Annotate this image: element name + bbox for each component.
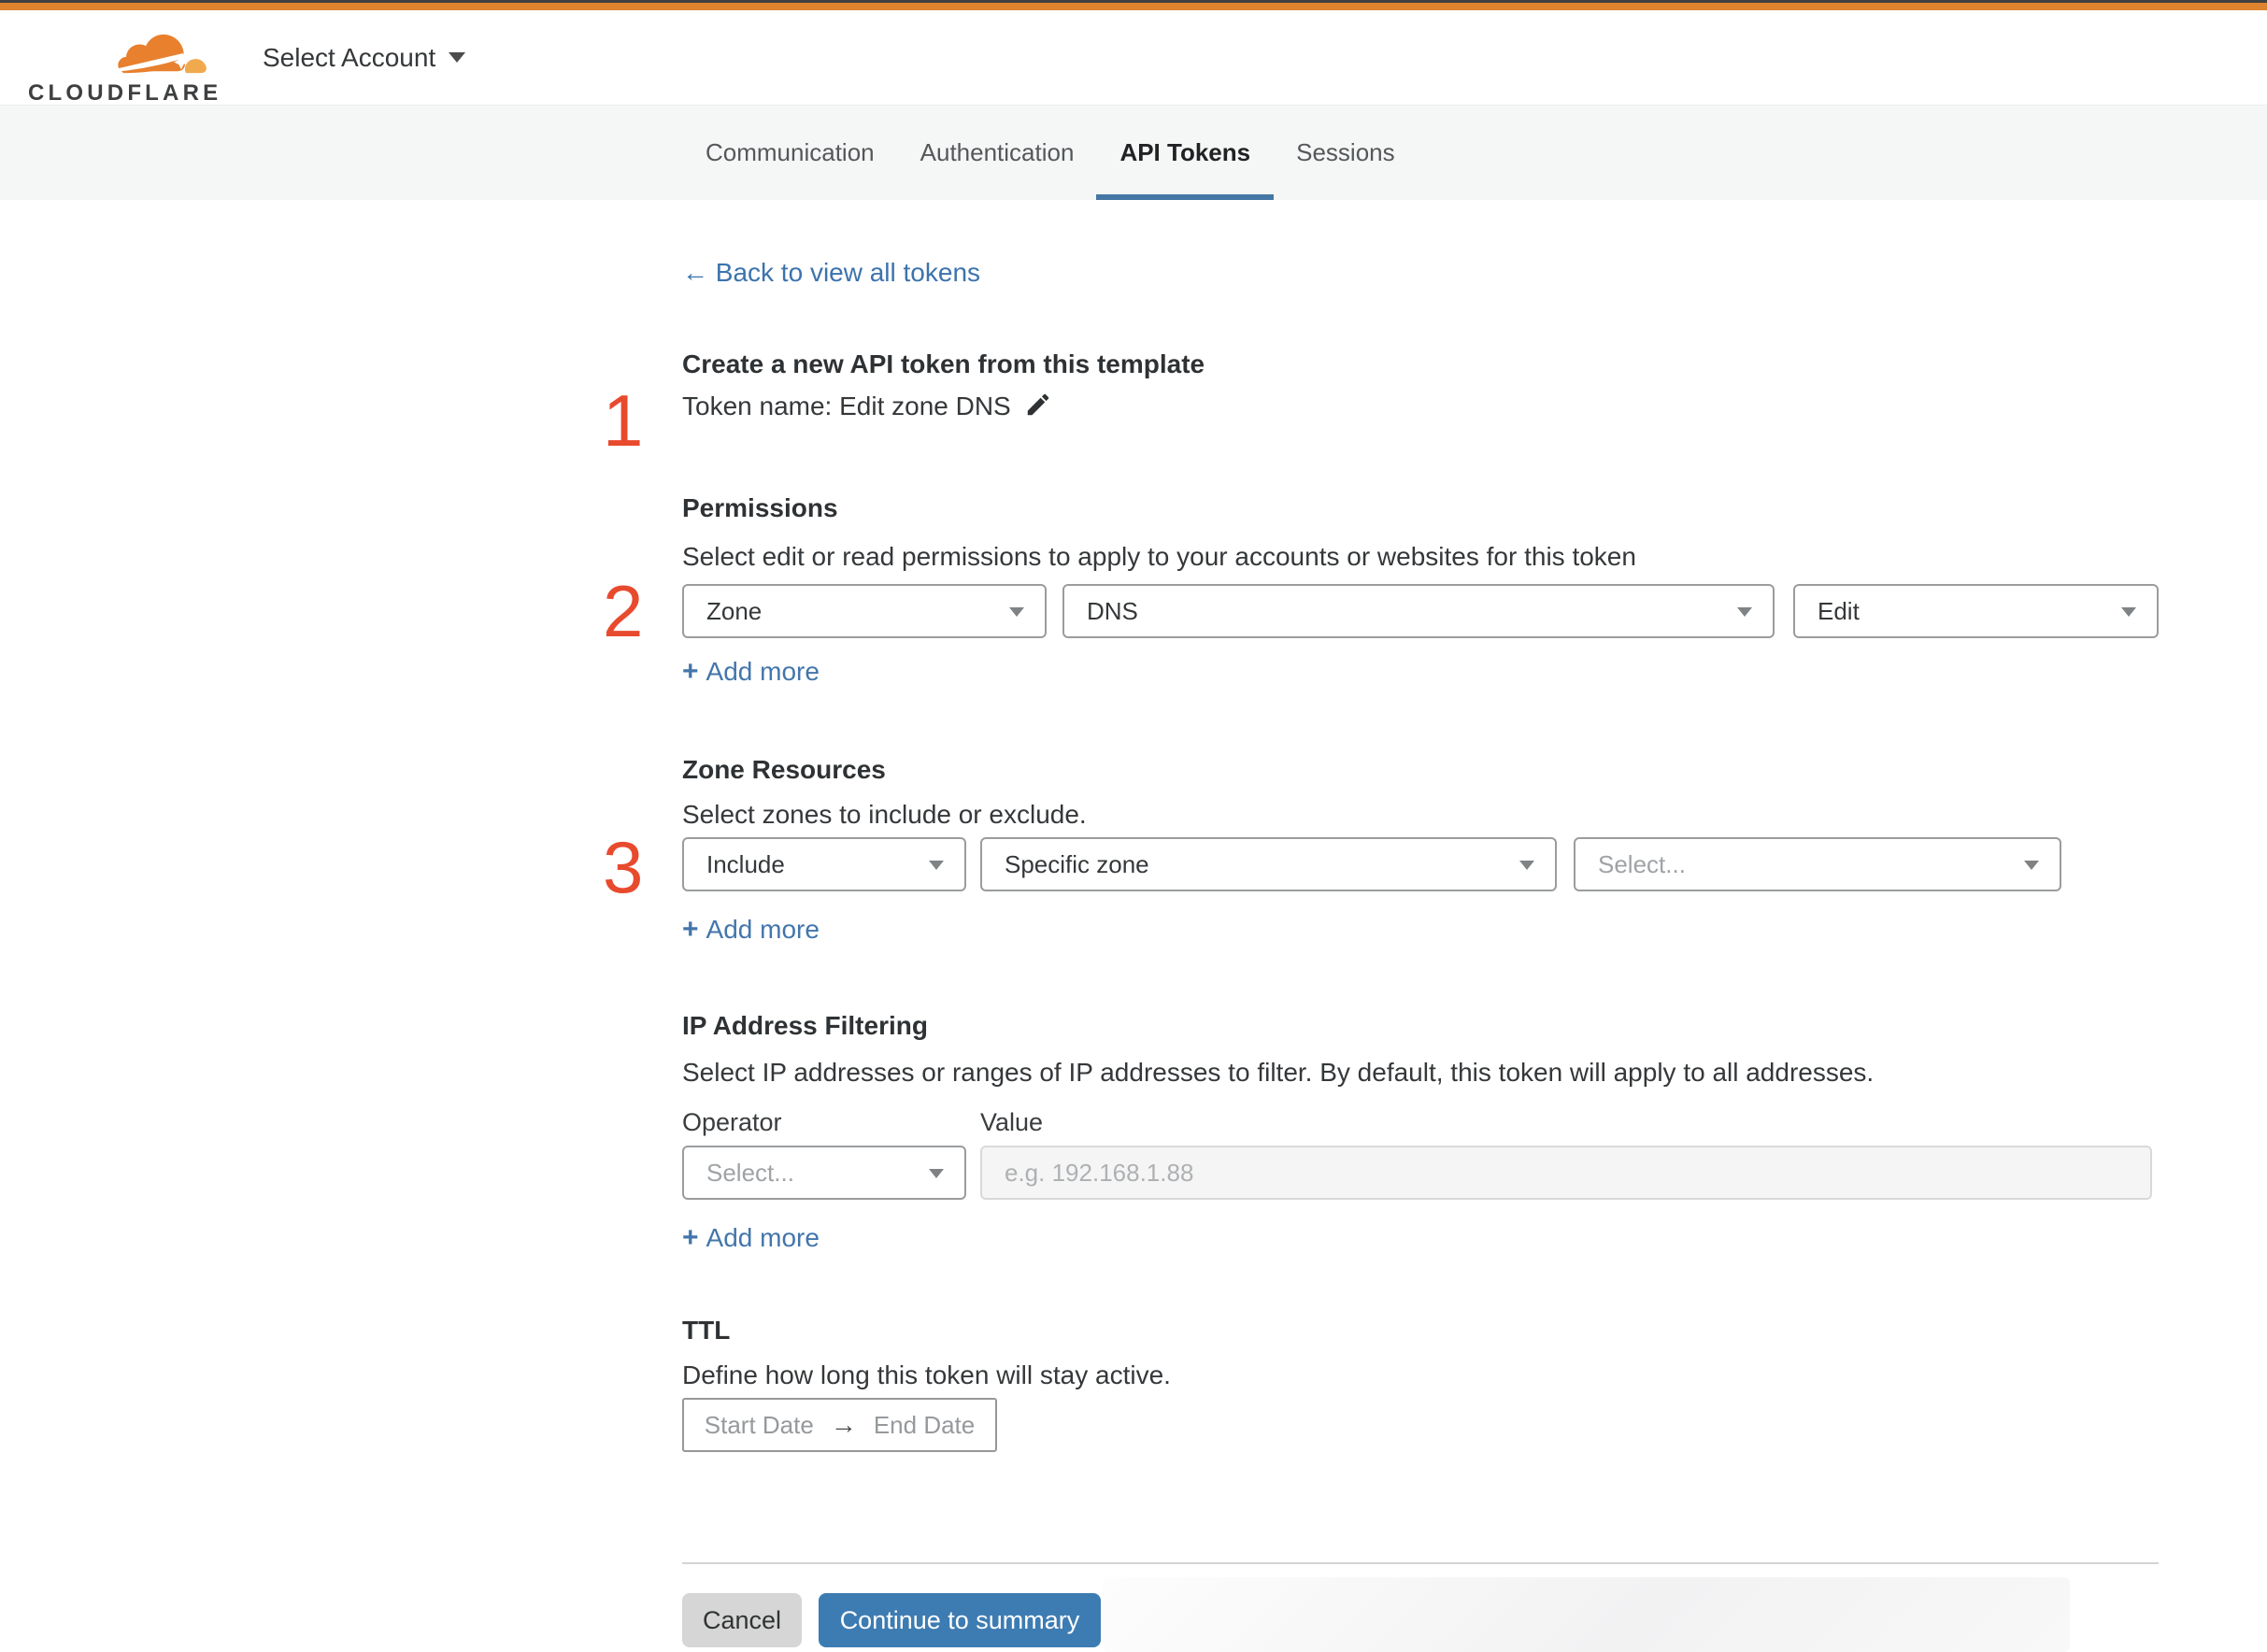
plus-icon: + — [682, 656, 699, 687]
zone-select-dropdown[interactable]: Select... — [1574, 837, 2061, 891]
ip-filtering-description: Select IP addresses or ranges of IP addr… — [682, 1058, 1875, 1087]
tab-label: Authentication — [920, 138, 1075, 166]
plus-icon: + — [682, 1222, 699, 1253]
dropdown-value: DNS — [1087, 596, 1138, 625]
permissions-description: Select edit or read permissions to apply… — [682, 542, 1636, 571]
continue-button[interactable]: Continue to summary — [819, 1593, 1101, 1647]
ttl-description: Define how long this token will stay act… — [682, 1360, 1171, 1389]
header: CLOUDFLARE Select Account — [0, 10, 2267, 106]
caret-down-icon — [1737, 607, 1752, 617]
back-link[interactable]: ← Back to view all tokens — [682, 258, 980, 288]
account-selector[interactable]: Select Account — [263, 10, 466, 105]
ip-filtering-heading: IP Address Filtering — [682, 1011, 928, 1040]
chevron-down-icon — [449, 52, 466, 63]
permissions-add-more-link[interactable]: + Add more — [682, 656, 820, 688]
cloudflare-cloud-icon — [116, 34, 207, 77]
token-name-line: Token name: Edit zone DNS — [682, 391, 1052, 421]
template-title: Create a new API token from this templat… — [682, 349, 1205, 378]
permission-category-dropdown[interactable]: DNS — [1062, 584, 1775, 638]
dropdown-value: Zone — [706, 596, 763, 625]
cloudflare-logo: CLOUDFLARE — [28, 22, 218, 106]
ip-filtering-add-more-link[interactable]: + Add more — [682, 1222, 820, 1254]
edit-pencil-icon[interactable] — [1024, 391, 1052, 419]
caret-down-icon — [1519, 861, 1534, 870]
permissions-heading: Permissions — [682, 493, 838, 522]
cloudflare-wordmark: CLOUDFLARE — [28, 80, 222, 106]
zone-type-dropdown[interactable]: Specific zone — [980, 837, 1557, 891]
operator-label: Operator — [682, 1108, 782, 1136]
dropdown-value: Select... — [1598, 849, 1686, 878]
tab-label: API Tokens — [1119, 138, 1251, 166]
tab-label: Sessions — [1296, 138, 1395, 166]
permission-level-dropdown[interactable]: Edit — [1793, 584, 2159, 638]
back-link-label: Back to view all tokens — [715, 258, 981, 287]
value-label: Value — [980, 1108, 1044, 1136]
ttl-heading: TTL — [682, 1316, 731, 1345]
date-range-picker[interactable]: Start Date → End Date — [682, 1398, 997, 1452]
caret-down-icon — [2121, 607, 2136, 617]
cancel-button[interactable]: Cancel — [682, 1593, 802, 1647]
tab-sessions[interactable]: Sessions — [1296, 106, 1395, 200]
nav-tabs-bar: Communication Authentication API Tokens … — [0, 105, 2267, 200]
dropdown-value: Specific zone — [1005, 849, 1149, 878]
dropdown-value: Select... — [706, 1158, 794, 1187]
ip-value-input[interactable] — [980, 1146, 2152, 1200]
ip-operator-dropdown[interactable]: Select... — [682, 1146, 966, 1200]
plus-icon: + — [682, 914, 699, 945]
step-number-2: 2 — [603, 570, 644, 652]
caret-down-icon — [2024, 861, 2039, 870]
zone-operator-dropdown[interactable]: Include — [682, 837, 966, 891]
nav-tabs: Communication Authentication API Tokens … — [706, 106, 1395, 200]
top-accent-bar — [0, 3, 2267, 10]
zone-resources-heading: Zone Resources — [682, 755, 886, 784]
back-arrow-icon: ← — [682, 258, 708, 287]
zone-resources-add-more-link[interactable]: + Add more — [682, 914, 820, 946]
add-more-label: Add more — [706, 657, 820, 686]
caret-down-icon — [929, 1169, 944, 1178]
step-number-3: 3 — [603, 826, 644, 908]
footer-divider — [682, 1562, 2159, 1564]
tab-authentication[interactable]: Authentication — [920, 106, 1075, 200]
add-more-label: Add more — [706, 915, 820, 944]
footer-shading — [1103, 1577, 2070, 1652]
tab-communication[interactable]: Communication — [706, 106, 875, 200]
dropdown-value: Include — [706, 849, 785, 878]
dropdown-value: Edit — [1818, 596, 1860, 625]
step-number-1: 1 — [603, 379, 644, 462]
account-selector-label: Select Account — [263, 42, 436, 72]
add-more-label: Add more — [706, 1223, 820, 1252]
page: CLOUDFLARE Select Account Communication … — [0, 0, 2267, 1652]
caret-down-icon — [929, 861, 944, 870]
caret-down-icon — [1009, 607, 1024, 617]
zone-resources-description: Select zones to include or exclude. — [682, 800, 1087, 829]
token-name-text: Token name: Edit zone DNS — [682, 392, 1011, 420]
permission-scope-dropdown[interactable]: Zone — [682, 584, 1047, 638]
start-date-placeholder: Start Date — [704, 1410, 814, 1439]
end-date-placeholder: End Date — [873, 1410, 976, 1439]
tab-label: Communication — [706, 138, 875, 166]
arrow-right-icon: → — [830, 1410, 857, 1439]
tab-api-tokens[interactable]: API Tokens — [1096, 106, 1274, 200]
